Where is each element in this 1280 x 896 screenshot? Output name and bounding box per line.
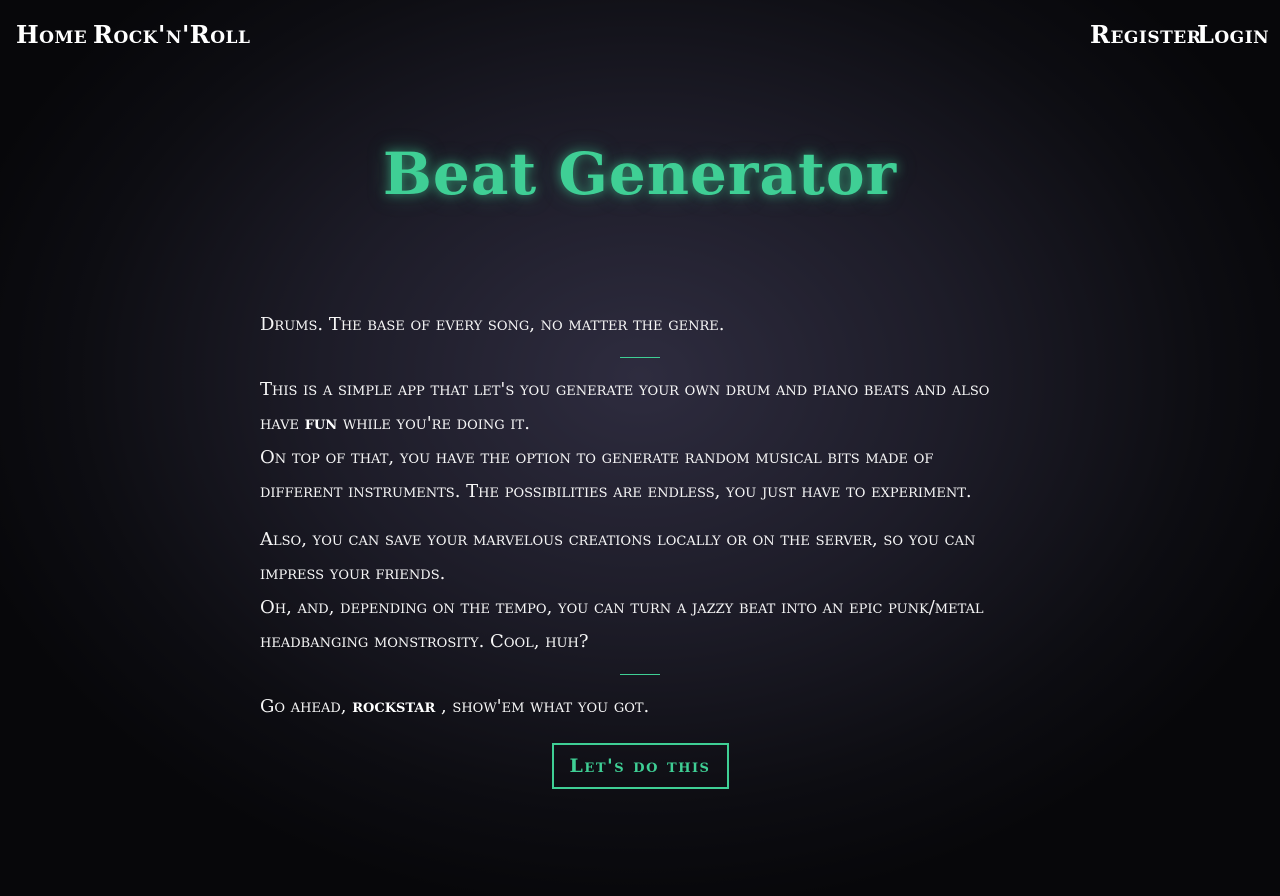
nav-register-link[interactable]: Register [1090, 20, 1201, 49]
nav-home-link[interactable]: Home [16, 20, 87, 49]
cta-container: Let's do this [0, 743, 1280, 789]
closing-text-a: Go ahead, [260, 696, 353, 717]
closing-line: Go ahead, rockstar , show'em what you go… [260, 690, 1020, 724]
rockstar-emphasis: rockstar [352, 696, 436, 717]
intro-paragraph-app: This is a simple app that let's you gene… [260, 373, 1020, 441]
intro-paragraph-tempo: Oh, and, depending on the tempo, you can… [260, 597, 984, 652]
intro-line: Drums. The base of every song, no matter… [260, 314, 725, 335]
intro-content: Drums. The base of every song, no matter… [260, 308, 1020, 724]
closing-text-b: , show'em what you got. [435, 696, 650, 717]
top-navbar: Home Rock'n'Roll Register Login [0, 0, 1280, 76]
section-divider [620, 674, 660, 675]
lets-do-this-button[interactable]: Let's do this [551, 743, 729, 789]
intro-paragraph-random: On top of that, you have the option to g… [260, 447, 972, 502]
nav-rocknroll-link[interactable]: Rock'n'Roll [93, 20, 250, 49]
page-title: Beat Generator [382, 140, 898, 208]
section-divider [620, 357, 660, 358]
fun-emphasis: fun [304, 413, 338, 434]
intro-paragraph-save: Also, you can save your marvelous creati… [260, 529, 976, 584]
intro-paragraph-app-text-b: while you're doing it. [337, 413, 530, 434]
nav-login-link[interactable]: Login [1197, 20, 1269, 49]
